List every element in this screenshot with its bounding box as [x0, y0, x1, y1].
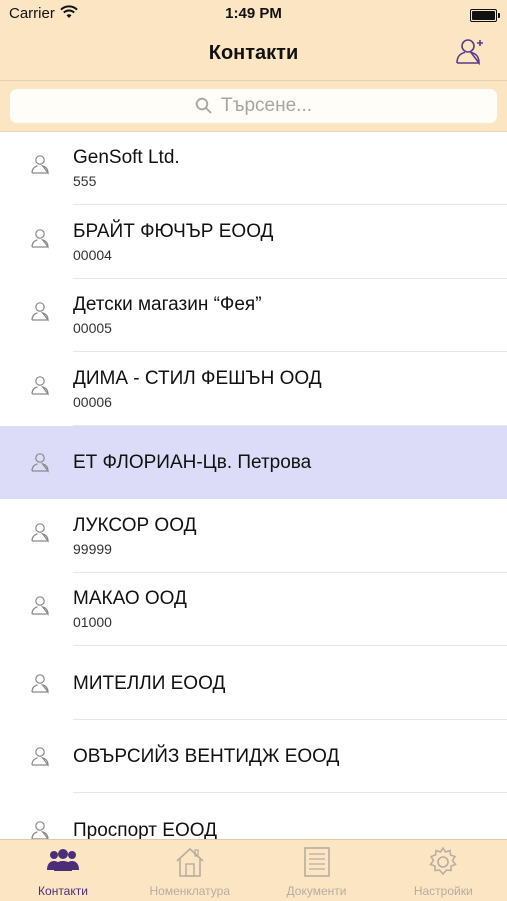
tab-bar: Контакти Номенклатура Документи Настройки: [0, 839, 507, 901]
person-icon: [29, 594, 51, 616]
person-icon: [29, 521, 51, 543]
contact-code: 555: [73, 173, 97, 189]
contact-row[interactable]: МИТЕЛЛИ ЕООД: [0, 646, 507, 720]
contact-row[interactable]: ОВЪРСИЙЗ ВЕНТИДЖ ЕООД: [0, 720, 507, 793]
search-bar: Търсене...: [0, 81, 507, 132]
contact-row[interactable]: ДИМА - СТИЛ ФЕШЪН ООД 00006: [0, 352, 507, 426]
contact-row[interactable]: МАКАО ООД 01000: [0, 573, 507, 646]
contact-name: ЕТ ФЛОРИАН-Цв. Петрова: [73, 452, 312, 473]
contact-name: ДИМА - СТИЛ ФЕШЪН ООД: [73, 367, 322, 389]
contact-code: 01000: [73, 614, 112, 630]
tab-label: Настройки: [413, 884, 473, 898]
search-input[interactable]: Търсене...: [10, 89, 497, 123]
add-contact-button[interactable]: [453, 34, 489, 70]
battery-icon: [470, 9, 500, 22]
people-icon: [45, 846, 81, 881]
contact-name: МИТЕЛЛИ ЕООД: [73, 672, 226, 694]
person-icon: [29, 227, 51, 249]
contact-list[interactable]: GenSoft Ltd. 555 БРАЙТ ФЮЧЪР ЕООД 00004 Детс…: [0, 132, 507, 839]
gear-icon: [427, 846, 459, 883]
document-icon: [302, 846, 332, 883]
contact-code: 99999: [73, 540, 112, 557]
person-icon: [29, 745, 51, 767]
contact-name: МАКАО ООД: [73, 588, 187, 609]
contact-name: ЛУКСОР ООД: [73, 514, 197, 536]
person-icon: [29, 153, 51, 175]
contact-row[interactable]: Проспорт ЕООД: [0, 793, 507, 840]
contact-row[interactable]: ЛУКСОР ООД 99999: [0, 499, 507, 573]
tab-label: Документи: [286, 884, 347, 898]
contact-name: Детски магазин “Фея”: [73, 294, 262, 315]
tab-gear[interactable]: Настройки: [380, 840, 506, 901]
person-icon: [29, 451, 51, 473]
tab-document[interactable]: Документи: [254, 840, 380, 901]
contact-name: ОВЪРСИЙЗ ВЕНТИДЖ ЕООД: [73, 746, 340, 767]
search-placeholder: Търсене...: [220, 95, 312, 116]
contact-row[interactable]: Детски магазин “Фея” 00005: [0, 279, 507, 352]
contact-row[interactable]: GenSoft Ltd. 555: [0, 132, 507, 205]
home-icon: [173, 846, 207, 883]
search-icon: [195, 97, 212, 114]
tab-label: Контакти: [38, 884, 88, 898]
person-icon: [29, 819, 51, 839]
tab-label: Номенклатура: [149, 884, 231, 898]
contact-name: GenSoft Ltd.: [73, 147, 180, 168]
contact-name: Проспорт ЕООД: [73, 819, 217, 840]
person-icon: [29, 300, 51, 322]
status-bar: Carrier 1:49 PM: [0, 0, 507, 28]
add-contact-icon: [456, 39, 483, 66]
tab-people[interactable]: Контакти: [0, 840, 126, 901]
tab-home[interactable]: Номенклатура: [127, 840, 253, 901]
contact-code: 00005: [73, 320, 112, 336]
navigation-bar: Контакти: [0, 28, 507, 81]
contact-row[interactable]: БРАЙТ ФЮЧЪР ЕООД 00004: [0, 205, 507, 279]
status-time: 1:49 PM: [225, 5, 282, 22]
contact-code: 00004: [73, 246, 112, 263]
contact-name: БРАЙТ ФЮЧЪР ЕООД: [73, 220, 274, 242]
person-icon: [29, 374, 51, 396]
contact-row[interactable]: ЕТ ФЛОРИАН-Цв. Петрова: [0, 426, 507, 499]
person-icon: [29, 672, 51, 694]
page-title: Контакти: [208, 42, 299, 64]
contact-code: 00006: [73, 393, 112, 410]
